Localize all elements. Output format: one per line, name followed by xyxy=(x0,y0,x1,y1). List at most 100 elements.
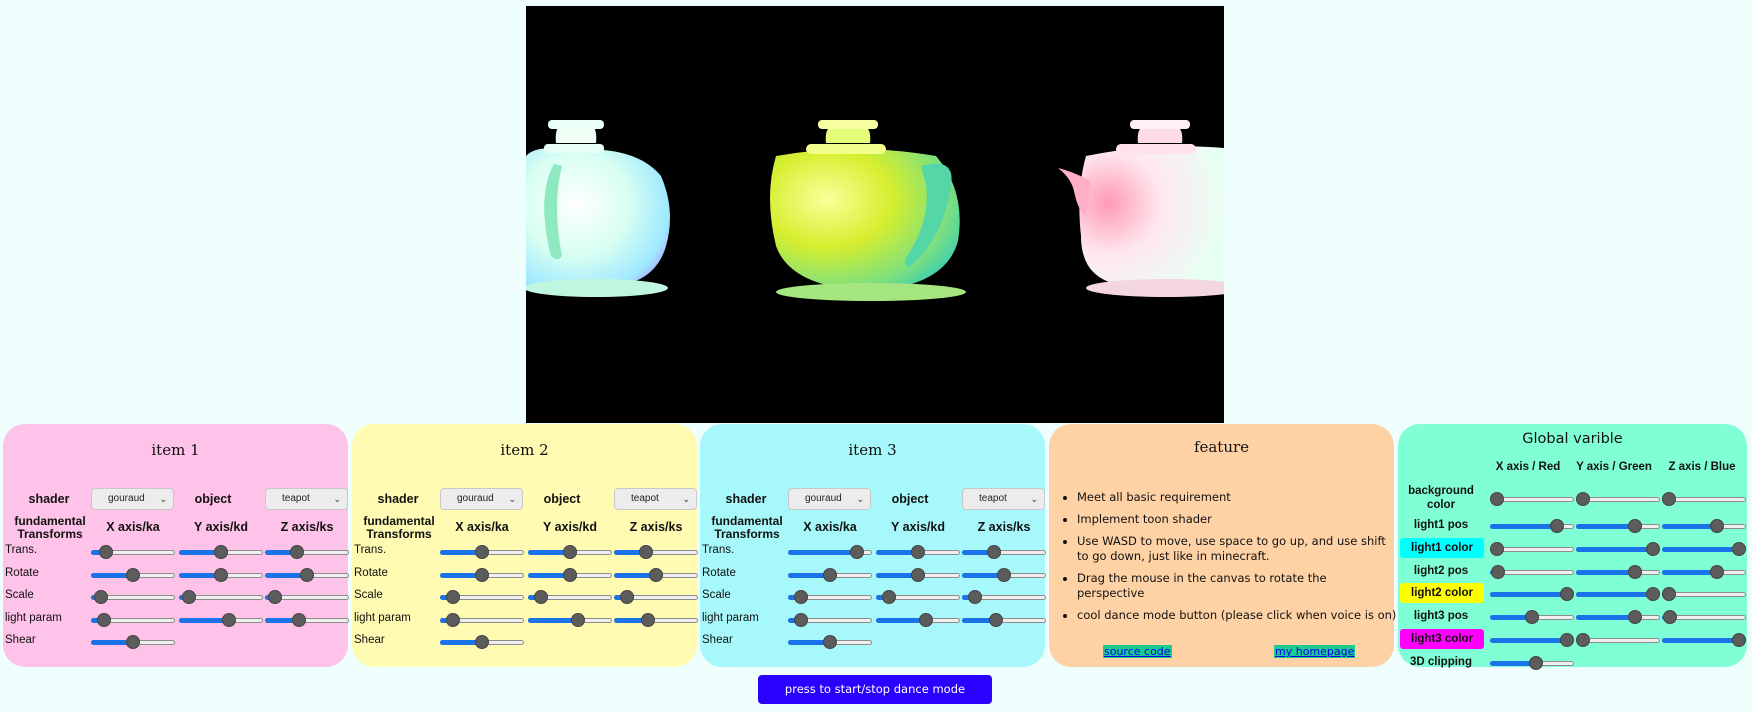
slider-thumb[interactable] xyxy=(563,567,577,582)
range-slider[interactable] xyxy=(265,612,349,627)
range-slider[interactable] xyxy=(1576,565,1660,579)
range-slider[interactable] xyxy=(962,612,1046,627)
range-slider[interactable] xyxy=(528,545,612,559)
range-slider[interactable] xyxy=(1662,633,1746,647)
range-slider[interactable] xyxy=(1490,565,1574,579)
object-select[interactable]: teapot ⌄ xyxy=(265,488,348,510)
range-slider[interactable] xyxy=(1662,565,1746,579)
range-slider[interactable] xyxy=(876,590,960,604)
shader-select[interactable]: gouraud ⌄ xyxy=(91,488,174,510)
slider-thumb[interactable] xyxy=(1662,587,1676,601)
slider-thumb[interactable] xyxy=(268,590,283,604)
slider-thumb[interactable] xyxy=(849,545,864,559)
slider-thumb[interactable] xyxy=(997,567,1011,582)
range-slider[interactable] xyxy=(614,612,698,627)
range-slider[interactable] xyxy=(440,590,524,604)
range-slider[interactable] xyxy=(614,545,698,559)
slider-thumb[interactable] xyxy=(1646,542,1660,556)
range-slider[interactable] xyxy=(1490,492,1574,506)
range-slider[interactable] xyxy=(876,545,960,559)
slider-thumb[interactable] xyxy=(1576,492,1590,506)
slider-thumb[interactable] xyxy=(126,567,140,582)
slider-thumb[interactable] xyxy=(823,635,837,649)
dance-mode-button[interactable]: press to start/stop dance mode xyxy=(758,675,992,704)
range-slider[interactable] xyxy=(528,590,612,604)
slider-thumb[interactable] xyxy=(182,590,197,604)
slider-thumb[interactable] xyxy=(911,567,925,582)
slider-thumb[interactable] xyxy=(638,545,653,559)
range-slider[interactable] xyxy=(265,590,349,604)
slider-thumb[interactable] xyxy=(571,612,586,627)
slider-thumb[interactable] xyxy=(475,635,489,649)
slider-thumb[interactable] xyxy=(300,567,314,582)
range-slider[interactable] xyxy=(528,612,612,627)
slider-thumb[interactable] xyxy=(1709,565,1724,579)
shader-select[interactable]: gouraud ⌄ xyxy=(440,488,523,510)
slider-thumb[interactable] xyxy=(291,612,306,627)
range-slider[interactable] xyxy=(91,567,175,582)
slider-thumb[interactable] xyxy=(1627,565,1642,579)
range-slider[interactable] xyxy=(179,612,263,627)
range-slider[interactable] xyxy=(1490,656,1574,670)
slider-thumb[interactable] xyxy=(1627,519,1642,533)
range-slider[interactable] xyxy=(440,612,524,627)
range-slider[interactable] xyxy=(179,590,263,604)
slider-thumb[interactable] xyxy=(1732,542,1746,556)
range-slider[interactable] xyxy=(440,635,524,649)
slider-thumb[interactable] xyxy=(214,545,228,559)
range-slider[interactable] xyxy=(440,545,524,559)
range-slider[interactable] xyxy=(1576,633,1660,647)
range-slider[interactable] xyxy=(91,590,175,604)
slider-thumb[interactable] xyxy=(1560,633,1574,647)
slider-thumb[interactable] xyxy=(988,612,1003,627)
range-slider[interactable] xyxy=(1490,542,1574,556)
range-slider[interactable] xyxy=(1490,587,1574,601)
range-slider[interactable] xyxy=(91,545,175,559)
object-select[interactable]: teapot ⌄ xyxy=(962,488,1045,510)
shader-select[interactable]: gouraud ⌄ xyxy=(788,488,871,510)
range-slider[interactable] xyxy=(876,612,960,627)
slider-thumb[interactable] xyxy=(1576,633,1590,647)
slider-thumb[interactable] xyxy=(563,545,577,559)
range-slider[interactable] xyxy=(1576,610,1660,624)
slider-thumb[interactable] xyxy=(222,612,237,627)
range-slider[interactable] xyxy=(962,567,1046,582)
object-select[interactable]: teapot ⌄ xyxy=(614,488,697,510)
slider-thumb[interactable] xyxy=(919,612,934,627)
range-slider[interactable] xyxy=(1662,610,1746,624)
range-slider[interactable] xyxy=(614,567,698,582)
slider-thumb[interactable] xyxy=(1732,633,1746,647)
slider-thumb[interactable] xyxy=(649,567,663,582)
range-slider[interactable] xyxy=(788,545,872,559)
slider-thumb[interactable] xyxy=(1646,587,1660,601)
range-slider[interactable] xyxy=(1662,492,1746,506)
range-slider[interactable] xyxy=(1662,519,1746,533)
source-code-link[interactable]: source code xyxy=(1103,645,1172,658)
slider-thumb[interactable] xyxy=(126,635,140,649)
slider-thumb[interactable] xyxy=(1709,519,1724,533)
range-slider[interactable] xyxy=(788,612,872,627)
slider-thumb[interactable] xyxy=(967,590,982,604)
slider-thumb[interactable] xyxy=(619,590,634,604)
slider-thumb[interactable] xyxy=(1662,492,1676,506)
slider-thumb[interactable] xyxy=(214,567,228,582)
slider-thumb[interactable] xyxy=(986,545,1001,559)
range-slider[interactable] xyxy=(788,567,872,582)
slider-thumb[interactable] xyxy=(881,590,896,604)
range-slider[interactable] xyxy=(962,545,1046,559)
homepage-link[interactable]: my homepage xyxy=(1274,645,1356,658)
slider-thumb[interactable] xyxy=(1560,587,1574,601)
range-slider[interactable] xyxy=(1576,519,1660,533)
slider-thumb[interactable] xyxy=(94,590,109,604)
range-slider[interactable] xyxy=(179,545,263,559)
range-slider[interactable] xyxy=(91,612,175,627)
slider-thumb[interactable] xyxy=(475,545,489,559)
slider-thumb[interactable] xyxy=(1627,610,1642,624)
slider-thumb[interactable] xyxy=(793,590,808,604)
slider-thumb[interactable] xyxy=(1525,610,1539,624)
slider-thumb[interactable] xyxy=(823,567,837,582)
range-slider[interactable] xyxy=(528,567,612,582)
slider-thumb[interactable] xyxy=(1663,610,1678,624)
range-slider[interactable] xyxy=(265,567,349,582)
range-slider[interactable] xyxy=(1662,587,1746,601)
